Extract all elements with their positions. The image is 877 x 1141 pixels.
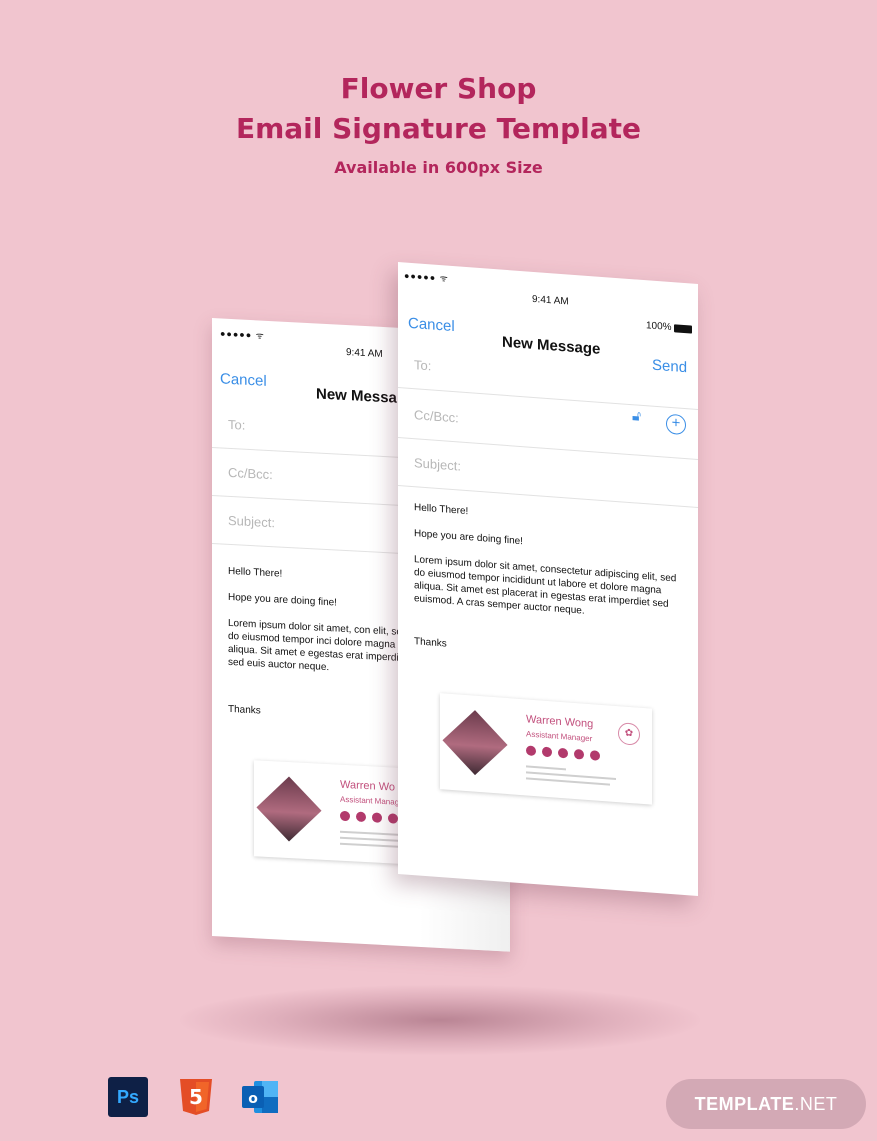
avatar xyxy=(256,776,322,842)
flower-logo-icon: ✿ xyxy=(618,722,640,746)
signature-card: Warren Wong Assistant Manager ✿ xyxy=(440,693,652,805)
greeting-text: Hello There! xyxy=(414,502,469,518)
signal-icon: ●●●●● ᯤ xyxy=(404,270,449,284)
social-instagram-icon[interactable] xyxy=(558,747,568,759)
floor-shadow xyxy=(180,985,700,1055)
signature-name: Warren Wo xyxy=(340,778,396,794)
greeting-line2: Hope you are doing fine! xyxy=(414,528,523,548)
signature-role: Assistant Manager xyxy=(526,729,593,744)
signature-role: Assistant Manag xyxy=(340,794,400,807)
svg-text:o: o xyxy=(248,1091,258,1107)
status-time: 9:41 AM xyxy=(346,347,383,360)
svg-text:5: 5 xyxy=(189,1085,203,1109)
outlook-icon: o xyxy=(242,1081,278,1113)
phone-front-screen: ●●●●● ᯤ 9:41 AM 100% Cancel New Message … xyxy=(398,262,698,897)
brand-badge-suffix: .NET xyxy=(794,1094,838,1114)
body-lorem: Lorem ipsum dolor sit amet, consectetur … xyxy=(414,554,677,617)
html5-icon: 5 xyxy=(180,1079,212,1115)
thanks-text: Thanks xyxy=(414,636,447,650)
thanks-text: Thanks xyxy=(228,703,261,717)
page-subtitle: Available in 600px Size xyxy=(334,158,543,177)
cancel-button[interactable]: Cancel xyxy=(220,370,267,389)
battery-icon xyxy=(674,324,692,334)
social-pinterest-icon[interactable] xyxy=(590,750,600,761)
signature-name: Warren Wong xyxy=(526,713,594,731)
contact-line xyxy=(340,830,400,836)
status-time: 9:41 AM xyxy=(532,293,569,308)
battery-percent: 100% xyxy=(646,320,672,334)
social-twitter-icon[interactable] xyxy=(542,746,552,758)
compose-title: New Messa xyxy=(316,385,397,407)
social-linkedin-icon[interactable] xyxy=(574,748,584,760)
signal-icon: ●●●●● ᯤ xyxy=(220,328,265,341)
contact-line xyxy=(340,842,404,849)
page-title-line1: Flower Shop xyxy=(340,72,537,105)
social-twitter-icon[interactable] xyxy=(356,811,366,823)
page-title-line2: Email Signature Template xyxy=(235,112,642,145)
photoshop-icon: Ps xyxy=(108,1077,148,1117)
social-facebook-icon[interactable] xyxy=(526,745,536,757)
brand-badge-main: TEMPLATE xyxy=(694,1094,795,1114)
social-facebook-icon[interactable] xyxy=(340,810,350,822)
greeting-line2: Hope you are doing fine! xyxy=(228,591,337,609)
cancel-button[interactable]: Cancel xyxy=(408,315,455,335)
body-lorem: Lorem ipsum dolor sit amet, con elit, se… xyxy=(228,617,408,674)
social-instagram-icon[interactable] xyxy=(372,812,382,823)
contact-line xyxy=(526,765,566,771)
avatar xyxy=(442,710,508,776)
brand-badge[interactable]: TEMPLATE.NET xyxy=(666,1079,866,1129)
social-linkedin-icon[interactable] xyxy=(388,813,398,824)
greeting-text: Hello There! xyxy=(228,565,283,580)
